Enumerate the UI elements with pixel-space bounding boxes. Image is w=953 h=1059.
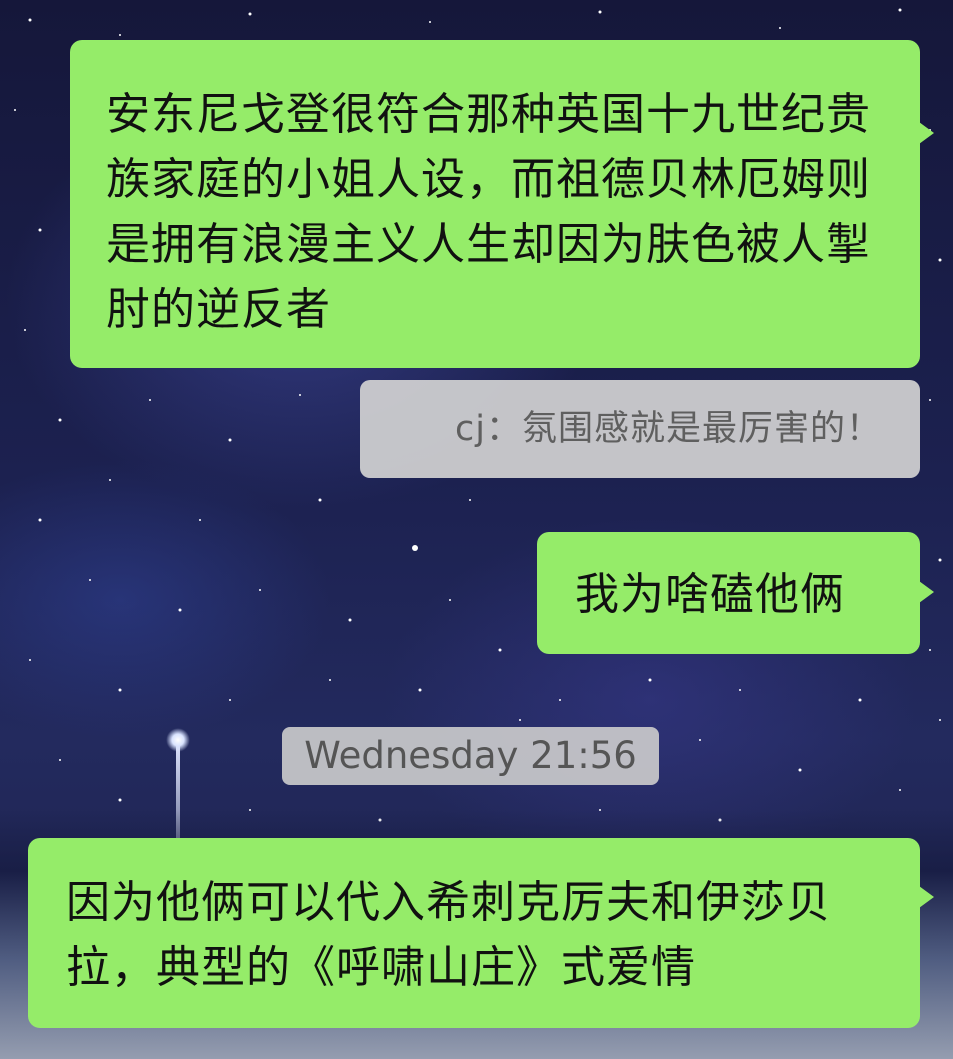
quote-text: cj：氛围感就是最厉害的！: [455, 409, 882, 449]
timestamp-text: Wednesday 21:56: [304, 734, 637, 777]
message-text: 因为他俩可以代入希刺克厉夫和伊莎贝拉，典型的《呼啸山庄》式爱情: [66, 877, 831, 993]
message-bubble-2[interactable]: 我为啥磕他俩: [537, 532, 934, 654]
bubble-tail: [919, 886, 934, 908]
quoted-reply[interactable]: cj：氛围感就是最厉害的！: [360, 380, 920, 478]
message-text: 安东尼戈登很符合那种英国十九世纪贵族家庭的小姐人设，而祖德贝林厄姆则是拥有浪漫主…: [106, 89, 871, 335]
timestamp-label: Wednesday 21:56: [282, 727, 659, 785]
message-text: 我为啥磕他俩: [575, 569, 845, 620]
bubble-tail: [919, 581, 934, 603]
message-bubble-1[interactable]: 安东尼戈登很符合那种英国十九世纪贵族家庭的小姐人设，而祖德贝林厄姆则是拥有浪漫主…: [70, 40, 934, 368]
bubble-tail: [919, 122, 934, 144]
message-bubble-3[interactable]: 因为他俩可以代入希刺克厉夫和伊莎贝拉，典型的《呼啸山庄》式爱情: [28, 838, 934, 1028]
